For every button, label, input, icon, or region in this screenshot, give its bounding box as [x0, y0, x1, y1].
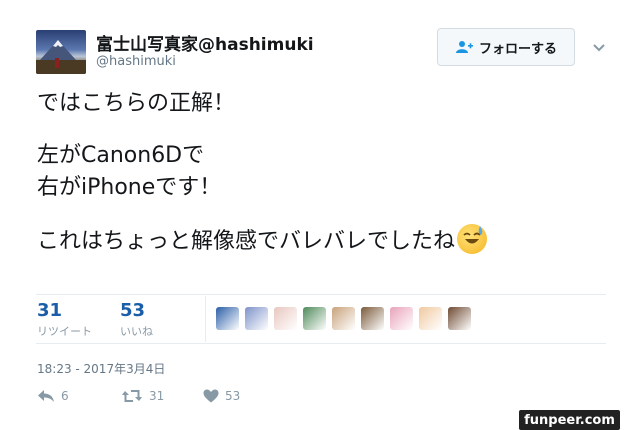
retweet-button[interactable]: 31 [121, 389, 164, 403]
retweet-icon [122, 390, 142, 402]
reply-count: 6 [61, 389, 69, 403]
liker-avatar[interactable] [390, 307, 413, 330]
stats-divider [205, 296, 206, 342]
chevron-down-icon[interactable] [590, 38, 608, 56]
liker-avatar[interactable] [332, 307, 355, 330]
liker-avatar[interactable] [303, 307, 326, 330]
retweet-action-count: 31 [149, 389, 165, 403]
watermark: funpeer.com [519, 410, 620, 430]
heart-icon [203, 389, 219, 403]
divider [36, 294, 606, 295]
tweet-line: 右がiPhoneです！ [37, 175, 222, 200]
tweet-line: 左がCanon6Dで [37, 143, 205, 168]
tweet-text: ではこちらの正解！ 左がCanon6Dで 右がiPhoneです！ これはちょっと… [37, 88, 607, 256]
retweet-label: リツイート [37, 325, 92, 338]
follow-button[interactable]: フォローする [437, 28, 575, 66]
retweet-stat[interactable]: 31 リツイート [37, 300, 92, 339]
liker-avatar[interactable] [419, 307, 442, 330]
follow-button-label: フォローする [478, 41, 557, 57]
like-label: いいね [120, 325, 153, 338]
reply-button[interactable]: 6 [37, 389, 69, 403]
liker-avatar[interactable] [274, 307, 297, 330]
liker-avatars [216, 307, 471, 330]
divider [36, 343, 606, 344]
like-stat[interactable]: 53 いいね [120, 300, 153, 339]
liker-avatar[interactable] [216, 307, 239, 330]
tweet-line-with-emoji: これはちょっと解像感でバレバレでしたね [37, 224, 607, 256]
user-handle[interactable]: @hashimuki [96, 54, 176, 69]
liker-avatar[interactable] [448, 307, 471, 330]
timestamp[interactable]: 18:23 - 2017年3月4日 [37, 360, 165, 377]
like-button[interactable]: 53 [203, 389, 240, 403]
retweet-count: 31 [37, 300, 63, 321]
display-name[interactable]: 富士山写真家@hashimuki [96, 30, 314, 55]
avatar[interactable] [36, 30, 86, 74]
sweat-smile-emoji-icon [457, 224, 488, 254]
liker-avatar[interactable] [361, 307, 384, 330]
reply-icon [38, 390, 54, 402]
add-user-icon [455, 41, 473, 53]
like-action-count: 53 [225, 389, 241, 403]
liker-avatar[interactable] [245, 307, 268, 330]
mount-fuji-avatar-image [36, 40, 86, 74]
like-count: 53 [120, 300, 146, 321]
tweet-line: ではこちらの正解！ [37, 91, 236, 116]
tweet-line: これはちょっと解像感でバレバレでしたね [37, 229, 456, 254]
